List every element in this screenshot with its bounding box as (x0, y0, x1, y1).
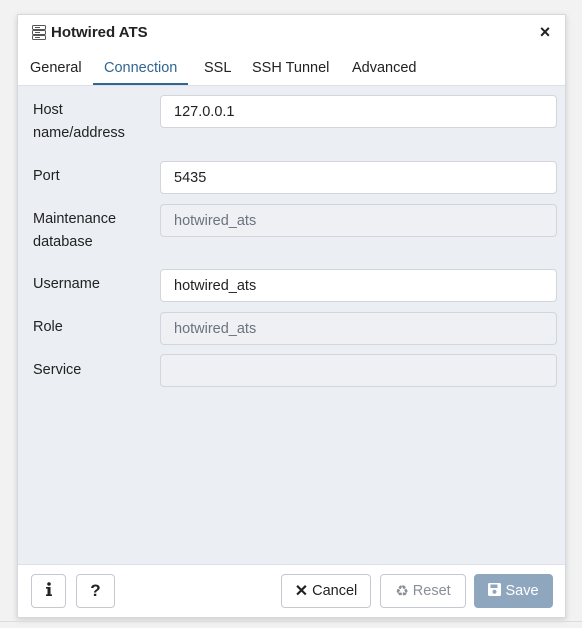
service-label: Service (33, 362, 82, 378)
port-input[interactable] (160, 161, 557, 194)
maintenance-db-label-line1: Maintenance (33, 211, 117, 227)
reset-label: Reset (412, 583, 451, 599)
tab-ssh-tunnel[interactable]: SSH Tunnel (241, 51, 340, 85)
info-button[interactable] (31, 574, 66, 608)
role-input (160, 312, 557, 345)
tab-general[interactable]: General (19, 51, 93, 85)
maintenance-db-label-line2: database (33, 234, 93, 250)
help-button[interactable]: ? (76, 574, 115, 608)
server-icon (32, 25, 46, 45)
host-label-line1: Host (33, 102, 63, 118)
dialog-footer: ? ✕ Cancel ♻ Reset Save (18, 564, 565, 617)
save-label: Save (505, 583, 539, 599)
tab-advanced[interactable]: Advanced (341, 51, 428, 85)
host-input[interactable] (160, 95, 557, 128)
username-input[interactable] (160, 269, 557, 302)
close-button[interactable]: × (534, 21, 556, 43)
dialog-title: Hotwired ATS (51, 24, 148, 41)
reset-button[interactable]: ♻ Reset (380, 574, 466, 608)
cancel-label: Cancel (312, 583, 358, 599)
cancel-button[interactable]: ✕ Cancel (281, 574, 371, 608)
port-label: Port (33, 168, 60, 184)
tab-bar: General Connection SSL SSH Tunnel Advanc… (18, 51, 565, 86)
tab-ssl[interactable]: SSL (193, 51, 242, 85)
info-icon (45, 581, 53, 601)
maintenance-db-input (160, 204, 557, 237)
host-label-line2: name/address (33, 125, 125, 141)
save-button[interactable]: Save (474, 574, 553, 608)
username-label: Username (33, 276, 100, 292)
close-x-icon: ✕ (294, 583, 309, 600)
service-input (160, 354, 557, 387)
recycle-icon: ♻ (395, 583, 409, 600)
floppy-disk-icon (488, 582, 502, 600)
window-divider (0, 621, 582, 622)
server-dialog: Hotwired ATS × General Connection SSL SS… (17, 14, 566, 618)
dialog-titlebar: Hotwired ATS × (18, 15, 565, 52)
role-label: Role (33, 319, 63, 335)
tab-connection[interactable]: Connection (93, 51, 189, 85)
